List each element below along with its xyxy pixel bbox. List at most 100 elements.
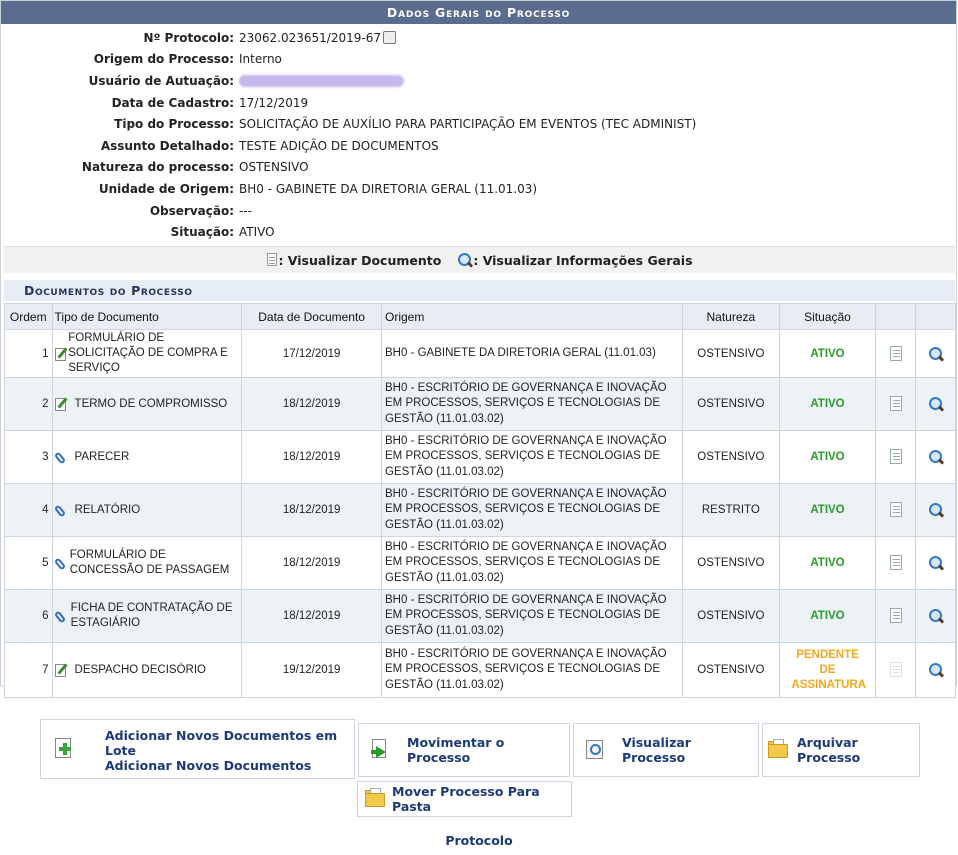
cell-situacao: ATIVO	[778, 377, 877, 431]
cell-ordem: 7	[4, 642, 53, 698]
table-row: 1 FORMULÁRIO DE SOLICITAÇÃO DE COMPRA E S…	[4, 329, 956, 378]
edit-document-icon	[54, 663, 69, 677]
attachment-icon	[53, 503, 69, 518]
table-row: 6 FICHA DE CONTRATAÇÃO DE ESTAGIÁRIO 18/12…	[4, 589, 956, 643]
cell-data: 19/12/2019	[241, 642, 383, 698]
cell-natureza: OSTENSIVO	[682, 536, 780, 590]
redacted-user-name	[239, 74, 404, 87]
cell-origem: BH0 - ESCRITÓRIO DE GOVERNANÇA E INOVAÇÃ…	[381, 377, 684, 431]
view-document-icon[interactable]	[889, 396, 903, 412]
column-header: Tipo de Documento	[51, 303, 243, 330]
add-documents-button-group: Adicionar Novos Documentos em Lote Adici…	[40, 719, 355, 779]
table-row: 4 RELATÓRIO 18/12/2019 BH0 - ESCRITÓRIO DE …	[4, 483, 956, 537]
magnifier-icon	[457, 252, 474, 268]
archive-process-button[interactable]: Arquivar Processo	[762, 723, 920, 777]
cell-data: 18/12/2019	[241, 483, 383, 537]
cell-situacao: ATIVO	[778, 483, 877, 537]
info-label: Nº Protocolo:	[143, 30, 234, 45]
info-value-text: ATIVO	[239, 225, 275, 240]
panel-title: Dados Gerais do Processo	[1, 1, 956, 24]
view-process-icon	[584, 739, 606, 761]
cell-natureza: RESTRITO	[682, 483, 780, 537]
info-value-text: TESTE ADIÇÃO DE DOCUMENTOS	[239, 138, 439, 153]
move-process-button[interactable]: Movimentar o Processo	[358, 723, 570, 777]
cell-tipo: TERMO DE COMPROMISSO	[51, 377, 243, 431]
move-to-folder-button[interactable]: Mover Processo Para Pasta	[357, 781, 572, 817]
protocol-link[interactable]: Protocolo	[0, 833, 958, 848]
cell-origem: BH0 - ESCRITÓRIO DE GOVERNANÇA E INOVAÇÃ…	[381, 536, 684, 590]
info-value: BH0 - GABINETE DA DIRETORIA GERAL (11.01…	[239, 182, 537, 196]
move-to-folder-label: Mover Processo Para Pasta	[392, 784, 540, 814]
document-icon	[266, 253, 278, 267]
column-header: Situação	[778, 303, 877, 330]
info-label: Unidade de Origem:	[98, 181, 234, 196]
column-header: Ordem	[4, 303, 53, 330]
cell-situacao: PENDENTE DE ASSINATURA	[778, 642, 877, 698]
document-type-text: PARECER	[74, 450, 130, 463]
action-column-header	[915, 303, 956, 330]
view-document-icon	[889, 662, 903, 678]
cell-ordem: 3	[4, 430, 53, 484]
add-documents-link[interactable]: Adicionar Novos Documentos	[105, 758, 354, 773]
info-label: Data de Cadastro:	[111, 95, 234, 110]
info-label: Origem do Processo:	[93, 52, 234, 67]
view-document-icon[interactable]	[889, 502, 903, 518]
cell-view-document	[875, 430, 917, 484]
view-info-magnifier-icon[interactable]	[928, 449, 944, 465]
view-document-icon[interactable]	[889, 345, 903, 362]
view-info-magnifier-icon[interactable]	[928, 396, 944, 412]
view-process-label: Visualizar Processo	[622, 735, 691, 765]
view-document-icon[interactable]	[889, 449, 903, 465]
cell-view-document	[875, 377, 917, 431]
folder-icon	[364, 788, 386, 810]
move-process-label: Movimentar o Processo	[407, 735, 505, 765]
info-row: Origem do Processo: Interno	[1, 49, 956, 71]
view-info-magnifier-icon[interactable]	[928, 346, 944, 362]
view-document-icon[interactable]	[889, 608, 903, 624]
view-document-icon[interactable]	[889, 555, 903, 571]
add-documents-batch-link[interactable]: Adicionar Novos Documentos em Lote	[105, 728, 354, 758]
cell-ordem: 2	[4, 377, 53, 431]
view-process-button[interactable]: Visualizar Processo	[573, 723, 759, 777]
info-value: ATIVO	[239, 225, 275, 239]
cell-view-document	[875, 483, 917, 537]
info-value-text: ---	[239, 203, 252, 218]
cell-origem: BH0 - ESCRITÓRIO DE GOVERNANÇA E INOVAÇÃ…	[381, 483, 684, 537]
cell-tipo: FORMULÁRIO DE SOLICITAÇÃO DE COMPRA E SE…	[51, 329, 243, 378]
print-icon[interactable]	[382, 31, 396, 45]
info-label: Assunto Detalhado:	[100, 138, 234, 153]
attachment-icon	[53, 450, 69, 465]
cell-view-info	[915, 377, 956, 431]
cell-natureza: OSTENSIVO	[682, 589, 780, 643]
cell-ordem: 5	[4, 536, 53, 590]
status-badge: ATIVO	[810, 398, 845, 410]
cell-situacao: ATIVO	[778, 329, 877, 378]
status-badge: ATIVO	[810, 557, 845, 569]
edit-document-icon	[54, 397, 69, 411]
cell-tipo: RELATÓRIO	[51, 483, 243, 537]
move-process-icon	[369, 739, 391, 761]
view-info-magnifier-icon[interactable]	[928, 502, 944, 518]
cell-view-info	[915, 642, 956, 698]
info-value-text: BH0 - GABINETE DA DIRETORIA GERAL (11.01…	[239, 181, 538, 196]
cell-situacao: ATIVO	[778, 430, 877, 484]
cell-origem: BH0 - ESCRITÓRIO DE GOVERNANÇA E INOVAÇÃ…	[381, 642, 684, 698]
view-info-magnifier-icon[interactable]	[928, 608, 944, 624]
cell-data: 18/12/2019	[241, 589, 383, 643]
status-badge: PENDENTE DE ASSINATURA	[791, 648, 867, 691]
cell-data: 18/12/2019	[241, 536, 383, 590]
document-type-text: TERMO DE COMPROMISSO	[74, 397, 228, 410]
view-info-magnifier-icon[interactable]	[928, 555, 944, 571]
info-label: Usuário de Autuação:	[88, 73, 234, 88]
info-row: Data de Cadastro: 17/12/2019	[1, 92, 956, 114]
view-info-magnifier-icon[interactable]	[928, 662, 944, 678]
cell-view-info	[915, 536, 956, 590]
cell-view-document	[875, 589, 917, 643]
document-type-text: FORMULÁRIO DE CONCESSÃO DE PASSAGEM	[69, 549, 230, 576]
cell-view-info	[915, 589, 956, 643]
archive-process-label: Arquivar Processo	[797, 735, 861, 765]
cell-situacao: ATIVO	[778, 536, 877, 590]
info-value-text: Interno	[239, 52, 282, 67]
column-header: Natureza	[682, 303, 780, 330]
info-row: Situação: ATIVO	[1, 221, 956, 243]
